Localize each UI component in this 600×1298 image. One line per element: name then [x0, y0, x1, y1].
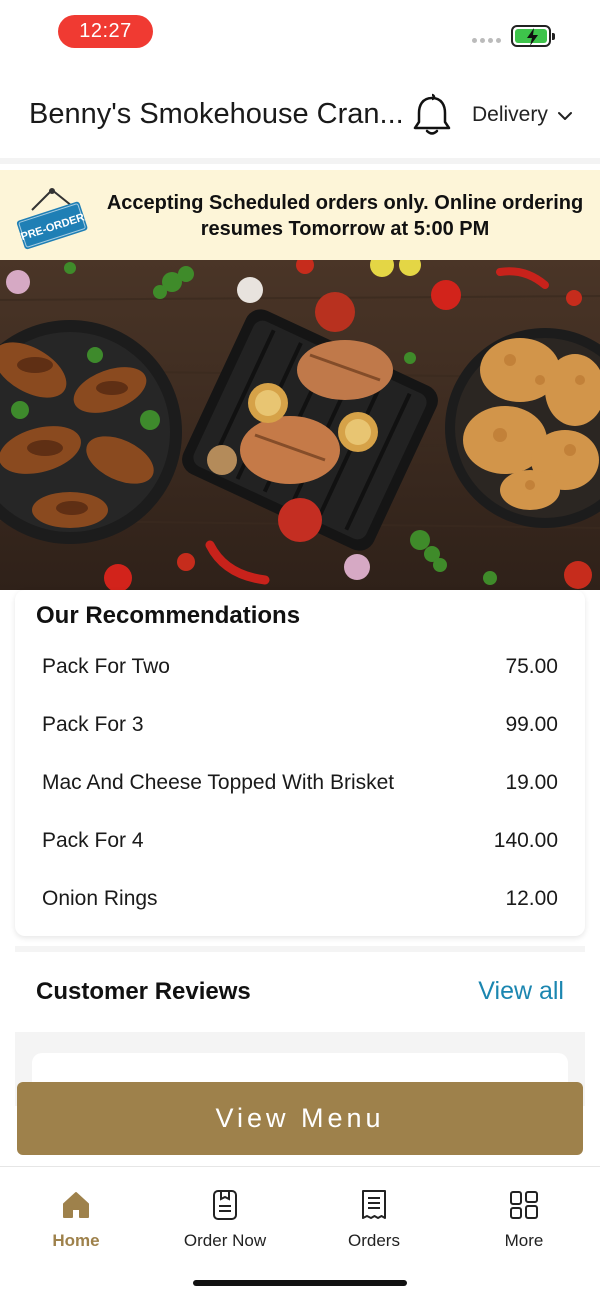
- signal-icon: [472, 38, 501, 43]
- nav-order-now[interactable]: Order Now: [165, 1187, 285, 1251]
- item-price: 140.00: [493, 829, 558, 852]
- banner-message: Accepting Scheduled orders only. Online …: [106, 192, 584, 240]
- nav-more[interactable]: More: [464, 1187, 584, 1251]
- status-bar: 12:27: [0, 0, 600, 64]
- home-icon: [16, 1187, 136, 1223]
- reviews-title: Customer Reviews: [36, 978, 251, 1005]
- item-price: 12.00: [505, 887, 558, 910]
- list-item[interactable]: Pack For 3 99.00: [42, 696, 558, 754]
- item-price: 99.00: [505, 713, 558, 736]
- nav-home-label: Home: [52, 1231, 100, 1250]
- store-name[interactable]: Benny's Smokehouse Cran...: [29, 98, 401, 131]
- status-time: 12:27: [58, 15, 153, 48]
- list-item[interactable]: Mac And Cheese Topped With Brisket 19.00: [42, 754, 558, 812]
- preorder-banner: PRE-ORDER Accepting Scheduled orders onl…: [0, 170, 600, 260]
- recommendations-title: Our Recommendations: [36, 602, 301, 629]
- preorder-badge: PRE-ORDER: [14, 188, 94, 254]
- view-menu-button[interactable]: View Menu: [17, 1082, 583, 1155]
- receipt-icon: [314, 1187, 434, 1223]
- chevron-down-icon: [557, 112, 572, 120]
- list-item[interactable]: Onion Rings 12.00: [42, 870, 558, 928]
- reviews-header: Customer Reviews View all: [15, 952, 585, 1032]
- nav-more-label: More: [504, 1231, 544, 1250]
- hero-image: [0, 260, 600, 590]
- bottom-nav: Home Order Now Orders More: [0, 1166, 600, 1298]
- nav-home[interactable]: Home: [16, 1187, 136, 1251]
- nav-orders-label: Orders: [348, 1231, 400, 1250]
- item-name: Pack For 3: [42, 713, 144, 736]
- grid-icon: [464, 1187, 584, 1223]
- item-price: 19.00: [505, 771, 558, 794]
- view-all-reviews-link[interactable]: View all: [478, 977, 564, 1006]
- item-name: Pack For 4: [42, 829, 144, 852]
- nav-order-now-label: Order Now: [183, 1231, 267, 1250]
- item-price: 75.00: [505, 655, 558, 678]
- app-header: Benny's Smokehouse Cran... Delivery: [0, 64, 600, 164]
- delivery-mode-select[interactable]: Delivery: [472, 103, 572, 127]
- recommendations-list: Pack For Two 75.00 Pack For 3 99.00 Mac …: [42, 638, 558, 928]
- item-name: Pack For Two: [42, 655, 170, 678]
- home-indicator: [193, 1280, 407, 1286]
- recommendations-card: Our Recommendations Pack For Two 75.00 P…: [15, 590, 585, 936]
- bell-icon[interactable]: [412, 91, 452, 137]
- item-name: Onion Rings: [42, 887, 158, 910]
- item-name: Mac And Cheese Topped With Brisket: [42, 771, 395, 794]
- list-item[interactable]: Pack For Two 75.00: [42, 638, 558, 696]
- list-item[interactable]: Pack For 4 140.00: [42, 812, 558, 870]
- battery-icon: [511, 25, 555, 47]
- order-icon: [165, 1187, 285, 1223]
- nav-orders[interactable]: Orders: [314, 1187, 434, 1251]
- delivery-mode-label: Delivery: [472, 103, 548, 126]
